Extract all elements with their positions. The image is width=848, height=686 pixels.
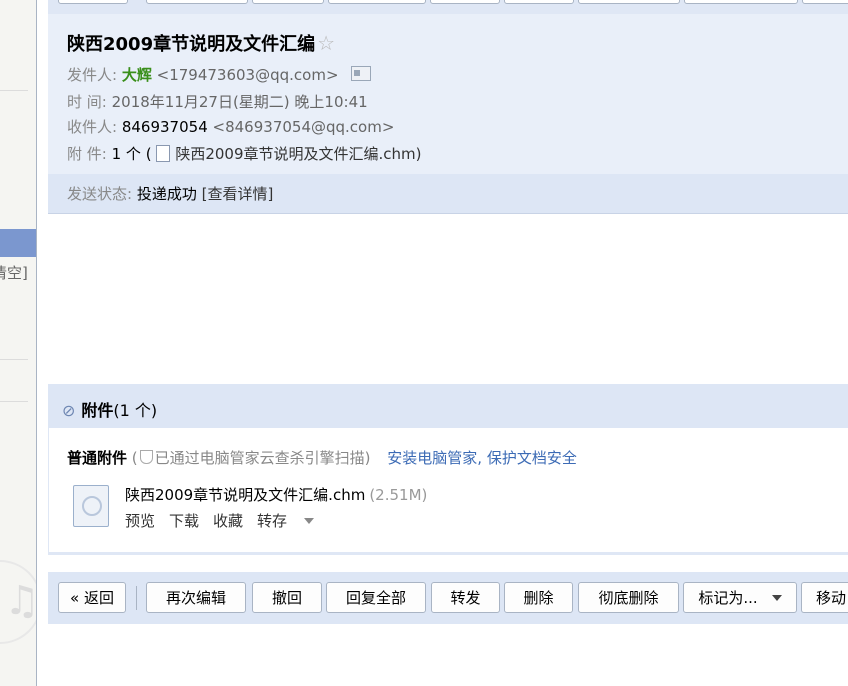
mail-body bbox=[48, 214, 848, 384]
folder-sidebar: 清空] ♫ bbox=[0, 0, 37, 686]
toolbar-button[interactable] bbox=[504, 0, 574, 4]
sidebar-divider bbox=[0, 401, 28, 402]
file-icon bbox=[156, 145, 171, 162]
from-label: 发件人: bbox=[67, 66, 118, 84]
sidebar-item-active[interactable] bbox=[0, 229, 36, 257]
toolbar-button[interactable] bbox=[252, 0, 324, 4]
from-row: 发件人: 大辉 <179473603@qq.com> bbox=[67, 64, 372, 85]
toolbar-button[interactable] bbox=[58, 0, 128, 4]
attachment-kind: 普通附件 bbox=[67, 449, 128, 467]
attachment-section-header: ⊘ 附件(1 个) bbox=[48, 384, 848, 428]
star-icon[interactable]: ☆ bbox=[317, 31, 335, 55]
chevron-down-icon bbox=[304, 518, 315, 524]
attachment-row: 附 件: 1 个 ( 陕西2009章节说明及文件汇编.chm) bbox=[67, 143, 422, 164]
download-link[interactable]: 下载 bbox=[169, 512, 199, 530]
delete-permanently-button[interactable]: 彻底删除 bbox=[578, 582, 679, 613]
status-row: 发送状态: 投递成功 [查看详情] bbox=[67, 183, 273, 204]
attachment-section-title: ⊘ 附件(1 个) bbox=[62, 397, 157, 421]
toolbar-button[interactable] bbox=[430, 0, 500, 4]
scan-status: 已通过电脑管家云查杀引擎扫描) bbox=[154, 449, 371, 467]
paperclip-icon: ⊘ bbox=[62, 401, 76, 420]
chevron-down-icon bbox=[771, 595, 782, 601]
to-row: 收件人: 846937054 <846937054@qq.com> bbox=[67, 116, 394, 137]
top-toolbar bbox=[48, 0, 848, 14]
shield-icon bbox=[139, 450, 153, 464]
sidebar-clear-link[interactable]: 清空] bbox=[0, 262, 28, 283]
toolbar-button[interactable] bbox=[578, 0, 680, 4]
sidebar-divider bbox=[0, 359, 28, 360]
toolbar-divider bbox=[136, 586, 137, 610]
bottom-toolbar: « 返回 再次编辑 撤回 回复全部 转发 删除 彻底删除 标记为... 移动 bbox=[48, 572, 848, 624]
forward-button[interactable]: 转发 bbox=[431, 582, 500, 613]
attachment-count-suffix: ) bbox=[415, 145, 422, 163]
attachment-file-size: (2.51M) bbox=[369, 486, 428, 504]
delivery-status-bar: 发送状态: 投递成功 [查看详情] bbox=[48, 174, 848, 213]
attachment-count-prefix: 1 个 ( bbox=[111, 145, 152, 163]
time-label: 时 间: bbox=[67, 93, 107, 111]
attachment-label: 附 件: bbox=[67, 145, 107, 163]
mark-as-label: 标记为... bbox=[698, 589, 758, 607]
toolbar-button[interactable] bbox=[146, 0, 248, 4]
sender-name[interactable]: 大辉 bbox=[122, 66, 152, 84]
mark-as-dropdown[interactable]: 标记为... bbox=[683, 582, 797, 613]
contact-card-icon[interactable] bbox=[351, 66, 372, 81]
subject-text: 陕西2009章节说明及文件汇编 bbox=[67, 34, 316, 55]
attachment-file-name[interactable]: 陕西2009章节说明及文件汇编.chm bbox=[125, 486, 365, 504]
time-value: 2018年11月27日(星期二) 晚上10:41 bbox=[111, 93, 368, 111]
favorite-link[interactable]: 收藏 bbox=[213, 512, 243, 530]
sender-address: <179473603@qq.com> bbox=[156, 66, 339, 84]
preview-link[interactable]: 预览 bbox=[125, 512, 155, 530]
toolbar-button[interactable] bbox=[328, 0, 426, 4]
move-button[interactable]: 移动 bbox=[801, 582, 848, 613]
mail-subject: 陕西2009章节说明及文件汇编 ☆ bbox=[67, 30, 335, 56]
app-logo-icon: ♫ bbox=[0, 560, 36, 644]
back-button[interactable]: « 返回 bbox=[58, 582, 126, 613]
mail-header: 陕西2009章节说明及文件汇编 ☆ 发件人: 大辉 <179473603@qq.c… bbox=[48, 14, 848, 214]
status-value: 投递成功 bbox=[136, 185, 197, 203]
sidebar-divider bbox=[0, 90, 28, 91]
chm-file-icon[interactable] bbox=[73, 485, 109, 527]
attachment-count: (1 个) bbox=[113, 401, 158, 420]
install-manager-link[interactable]: 安装电脑管家, 保护文档安全 bbox=[387, 449, 577, 467]
toolbar-button[interactable] bbox=[684, 0, 798, 4]
toolbar-button[interactable] bbox=[802, 0, 848, 4]
save-to-label: 转存 bbox=[257, 512, 288, 530]
save-to-dropdown[interactable]: 转存 bbox=[257, 512, 328, 530]
reply-all-button[interactable]: 回复全部 bbox=[326, 582, 426, 613]
attachment-panel: 普通附件 ( 已通过电脑管家云查杀引擎扫描) 安装电脑管家, 保护文档安全 陕西2… bbox=[48, 428, 848, 555]
to-label: 收件人: bbox=[67, 118, 118, 136]
status-label: 发送状态: bbox=[67, 185, 133, 203]
recipient-address: <846937054@qq.com> bbox=[212, 118, 395, 136]
time-row: 时 间: 2018年11月27日(星期二) 晚上10:41 bbox=[67, 91, 368, 112]
attachment-kind-row: 普通附件 ( 已通过电脑管家云查杀引擎扫描) 安装电脑管家, 保护文档安全 bbox=[67, 447, 577, 468]
attachment-actions: 预览 下载 收藏 转存 bbox=[125, 510, 342, 531]
view-details-link[interactable]: [查看详情] bbox=[202, 185, 274, 203]
recipient-name[interactable]: 846937054 bbox=[122, 118, 208, 136]
mail-read-view: 陕西2009章节说明及文件汇编 ☆ 发件人: 大辉 <179473603@qq.c… bbox=[48, 0, 848, 686]
attachment-file-row: 陕西2009章节说明及文件汇编.chm (2.51M) bbox=[125, 484, 427, 505]
recall-button[interactable]: 撤回 bbox=[252, 582, 322, 613]
attachment-title: 附件 bbox=[81, 401, 114, 420]
scan-open-paren: ( bbox=[131, 449, 138, 467]
edit-again-button[interactable]: 再次编辑 bbox=[146, 582, 246, 613]
delete-button[interactable]: 删除 bbox=[504, 582, 573, 613]
attachment-link[interactable]: 陕西2009章节说明及文件汇编.chm bbox=[175, 145, 415, 163]
